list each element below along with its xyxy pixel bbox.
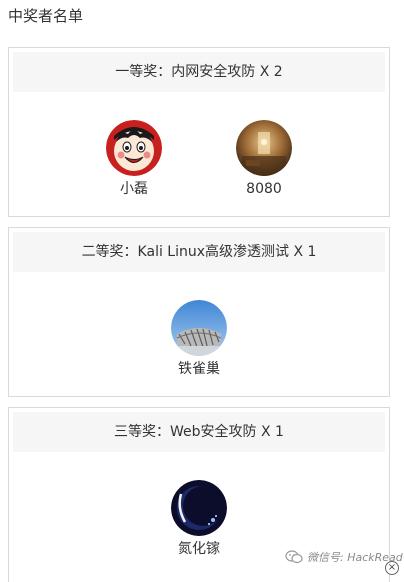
winner-item[interactable]: 小磊	[69, 120, 199, 198]
winner-name: 8080	[246, 181, 282, 197]
winner-list: 氮化镓	[9, 480, 389, 558]
prize-header: 一等奖：内网安全攻防 X 2	[13, 52, 385, 92]
prize-card-second: 二等奖：Kali Linux高级渗透测试 X 1 铁雀巢	[8, 227, 390, 397]
close-icon[interactable]: ×	[385, 561, 399, 575]
cartoon-face-avatar[interactable]	[106, 120, 162, 176]
page-title: 中奖者名单	[8, 7, 84, 25]
prize-header: 二等奖：Kali Linux高级渗透测试 X 1	[13, 232, 385, 272]
stadium-photo-avatar[interactable]	[171, 300, 227, 356]
winner-list: 铁雀巢	[9, 300, 389, 378]
warm-room-photo-avatar[interactable]	[236, 120, 292, 176]
wechat-icon	[285, 550, 303, 564]
winner-item[interactable]: 8080	[199, 120, 329, 198]
watermark: 微信号: HackRead	[285, 549, 403, 565]
moon-night-avatar[interactable]	[171, 480, 227, 536]
winner-item[interactable]: 氮化镓	[134, 480, 264, 558]
winner-name: 氮化镓	[178, 541, 220, 557]
winner-item[interactable]: 铁雀巢	[134, 300, 264, 378]
winner-name: 铁雀巢	[178, 361, 220, 377]
prize-card-first: 一等奖：内网安全攻防 X 2 小磊 8080	[8, 47, 390, 217]
winner-list: 小磊 8080	[9, 120, 389, 198]
prize-header: 三等奖：Web安全攻防 X 1	[13, 412, 385, 452]
winner-name: 小磊	[120, 181, 148, 197]
